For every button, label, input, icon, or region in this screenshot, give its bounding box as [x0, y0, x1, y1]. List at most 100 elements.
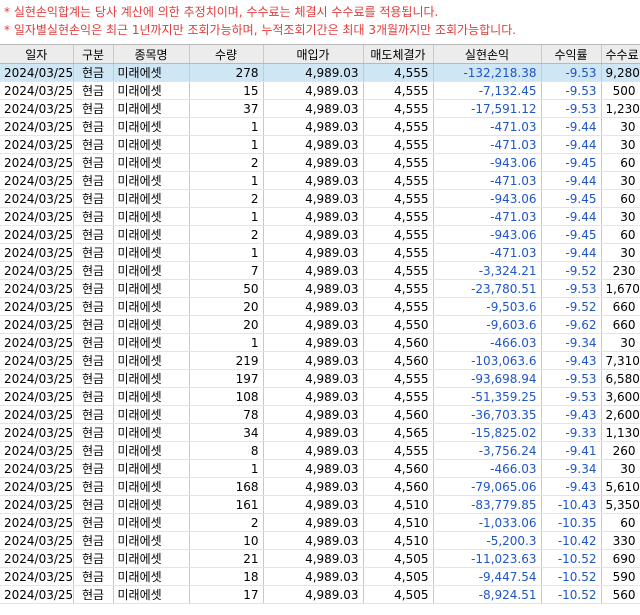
cell-quantity: 1	[189, 243, 264, 262]
column-header-type[interactable]: 구분	[73, 45, 114, 64]
cell-date: 2024/03/25	[0, 477, 74, 496]
cell-fee: 500	[601, 81, 640, 100]
cell-sell-price: 4,555	[363, 81, 434, 100]
table-row[interactable]: 2024/03/25 현금 미래에셋 161 4,989.03 4,510 -83,779.…	[0, 495, 640, 514]
table-row[interactable]: 2024/03/25 현금 미래에셋 2 4,989.03 4,555 -943.06 -9.…	[0, 153, 640, 172]
table-row[interactable]: 2024/03/25 현금 미래에셋 8 4,989.03 4,555 -3,756.24-…	[0, 441, 640, 460]
column-header-quantity[interactable]: 수량	[189, 45, 264, 64]
cell-stock-name: 미래에셋	[113, 117, 190, 136]
cell-sell-price: 4,510	[363, 531, 434, 550]
cell-realized-pnl: -3,756.24	[433, 441, 542, 460]
cell-realized-pnl: -132,218.38	[433, 63, 542, 82]
cell-realized-pnl: -466.03	[433, 333, 542, 352]
table-row[interactable]: 2024/03/25 현금 미래에셋 10 4,989.03 4,510 -5,200.3-…	[0, 531, 640, 550]
cell-realized-pnl: -17,591.12	[433, 99, 542, 118]
cell-buy-price: 4,989.03	[263, 207, 364, 226]
cell-sell-price: 4,555	[363, 243, 434, 262]
table-row[interactable]: 2024/03/25 현금 미래에셋 168 4,989.03 4,560 -79,065.…	[0, 477, 640, 496]
cell-quantity: 2	[189, 153, 264, 172]
table-row[interactable]: 2024/03/25 현금 미래에셋 21 4,989.03 4,505 -11,023.6…	[0, 549, 640, 568]
column-header-fee[interactable]: 수수료	[601, 45, 640, 64]
cell-return-rate: -9.43	[541, 405, 602, 424]
column-header-realized-pnl[interactable]: 실현손익	[433, 45, 542, 64]
cell-stock-name: 미래에셋	[113, 531, 190, 550]
table-row[interactable]: 2024/03/25 현금 미래에셋 197 4,989.03 4,555 -93,698.…	[0, 369, 640, 388]
cell-return-rate: -10.52	[541, 567, 602, 586]
cell-buy-price: 4,989.03	[263, 495, 364, 514]
cell-buy-price: 4,989.03	[263, 423, 364, 442]
table-row[interactable]: 2024/03/25 현금 미래에셋 1 4,989.03 4,555 -471.03 -9.…	[0, 207, 640, 226]
column-header-buy-price[interactable]: 매입가	[263, 45, 364, 64]
table-row[interactable]: 2024/03/25 현금 미래에셋 2 4,989.03 4,555 -943.06 -9.…	[0, 189, 640, 208]
table-row[interactable]: 2024/03/25 현금 미래에셋 108 4,989.03 4,555 -51,359.…	[0, 387, 640, 406]
table-row[interactable]: 2024/03/25 현금 미래에셋 15 4,989.03 4,555 -7,132.45…	[0, 81, 640, 100]
cell-return-rate: -10.42	[541, 531, 602, 550]
cell-sell-price: 4,555	[363, 261, 434, 280]
cell-stock-name: 미래에셋	[113, 297, 190, 316]
cell-buy-price: 4,989.03	[263, 567, 364, 586]
table-row[interactable]: 2024/03/25 현금 미래에셋 1 4,989.03 4,555 -471.03 -9.…	[0, 171, 640, 190]
table-row[interactable]: 2024/03/25 현금 미래에셋 1 4,989.03 4,555 -471.03 -9.…	[0, 135, 640, 154]
table-row[interactable]: 2024/03/25 현금 미래에셋 7 4,989.03 4,555 -3,324.21-…	[0, 261, 640, 280]
cell-stock-name: 미래에셋	[113, 459, 190, 478]
cell-quantity: 20	[189, 315, 264, 334]
cell-date: 2024/03/25	[0, 459, 74, 478]
cell-stock-name: 미래에셋	[113, 477, 190, 496]
table-row[interactable]: 2024/03/25 현금 미래에셋 1 4,989.03 4,560 -466.03 -9.…	[0, 333, 640, 352]
table-row[interactable]: 2024/03/25 현금 미래에셋 278 4,989.03 4,555 -132,218…	[0, 63, 640, 82]
cell-date: 2024/03/25	[0, 567, 74, 586]
cell-fee: 30	[601, 243, 640, 262]
cell-sell-price: 4,560	[363, 351, 434, 370]
cell-type: 현금	[73, 189, 114, 208]
table-row[interactable]: 2024/03/25 현금 미래에셋 18 4,989.03 4,505 -9,447.54…	[0, 567, 640, 586]
cell-stock-name: 미래에셋	[113, 81, 190, 100]
table-row[interactable]: 2024/03/25 현금 미래에셋 78 4,989.03 4,560 -36,703.3…	[0, 405, 640, 424]
table-row[interactable]: 2024/03/25 현금 미래에셋 2 4,989.03 4,555 -943.06 -9.…	[0, 225, 640, 244]
notice-query-period: * 일자별실현손익은 최근 1년까지만 조회가능하며, 누적조회기간은 최대 3…	[4, 23, 517, 37]
cell-date: 2024/03/25	[0, 405, 74, 424]
column-header-sell-price[interactable]: 매도체결가	[363, 45, 434, 64]
table-row[interactable]: 2024/03/25 현금 미래에셋 34 4,989.03 4,565 -15,825.0…	[0, 423, 640, 442]
cell-quantity: 78	[189, 405, 264, 424]
cell-sell-price: 4,555	[363, 225, 434, 244]
column-header-return-rate[interactable]: 수익률	[541, 45, 602, 64]
cell-stock-name: 미래에셋	[113, 441, 190, 460]
cell-buy-price: 4,989.03	[263, 315, 364, 334]
cell-fee: 560	[601, 585, 640, 604]
cell-stock-name: 미래에셋	[113, 261, 190, 280]
table-row[interactable]: 2024/03/25 현금 미래에셋 17 4,989.03 4,505 -8,924.51…	[0, 585, 640, 604]
table-row[interactable]: 2024/03/25 현금 미래에셋 1 4,989.03 4,560 -466.03 -9.…	[0, 459, 640, 478]
cell-buy-price: 4,989.03	[263, 117, 364, 136]
cell-sell-price: 4,555	[363, 153, 434, 172]
table-row[interactable]: 2024/03/25 현금 미래에셋 2 4,989.03 4,510 -1,033.06-…	[0, 513, 640, 532]
realized-profit-grid[interactable]: 일자 구분 종목명 수량 매입가 매도체결가 실현손익 수익률 수수료 2024…	[0, 44, 640, 615]
table-row[interactable]: 2024/03/25 현금 미래에셋 1 4,989.03 4,555 -471.03 -9.…	[0, 117, 640, 136]
cell-buy-price: 4,989.03	[263, 63, 364, 82]
cell-return-rate: -9.53	[541, 81, 602, 100]
cell-fee: 3,600	[601, 387, 640, 406]
cell-quantity: 2	[189, 189, 264, 208]
cell-realized-pnl: -471.03	[433, 117, 542, 136]
column-header-stock-name[interactable]: 종목명	[113, 45, 190, 64]
table-row[interactable]: 2024/03/25 현금 미래에셋 20 4,989.03 4,555 -9,503.6-…	[0, 297, 640, 316]
table-row[interactable]: 2024/03/25 현금 미래에셋 37 4,989.03 4,555 -17,591.1…	[0, 99, 640, 118]
cell-return-rate: -9.62	[541, 315, 602, 334]
cell-realized-pnl: -36,703.35	[433, 405, 542, 424]
cell-return-rate: -10.35	[541, 513, 602, 532]
table-row[interactable]: 2024/03/25 현금 미래에셋 1 4,989.03 4,555 -471.03 -9.…	[0, 243, 640, 262]
cell-realized-pnl: -9,603.6	[433, 315, 542, 334]
cell-realized-pnl: -11,023.63	[433, 549, 542, 568]
cell-return-rate: -9.43	[541, 477, 602, 496]
table-row[interactable]: 2024/03/25 현금 미래에셋 219 4,989.03 4,560 -103,063…	[0, 351, 640, 370]
cell-date: 2024/03/25	[0, 549, 74, 568]
cell-sell-price: 4,550	[363, 315, 434, 334]
column-header-date[interactable]: 일자	[0, 45, 74, 64]
table-row[interactable]: 2024/03/25 현금 미래에셋 50 4,989.03 4,555 -23,780.5…	[0, 279, 640, 298]
cell-date: 2024/03/25	[0, 63, 74, 82]
cell-sell-price: 4,555	[363, 297, 434, 316]
cell-date: 2024/03/25	[0, 369, 74, 388]
cell-buy-price: 4,989.03	[263, 279, 364, 298]
cell-quantity: 17	[189, 585, 264, 604]
cell-return-rate: -9.33	[541, 423, 602, 442]
table-row[interactable]: 2024/03/25 현금 미래에셋 20 4,989.03 4,550 -9,603.6-…	[0, 315, 640, 334]
